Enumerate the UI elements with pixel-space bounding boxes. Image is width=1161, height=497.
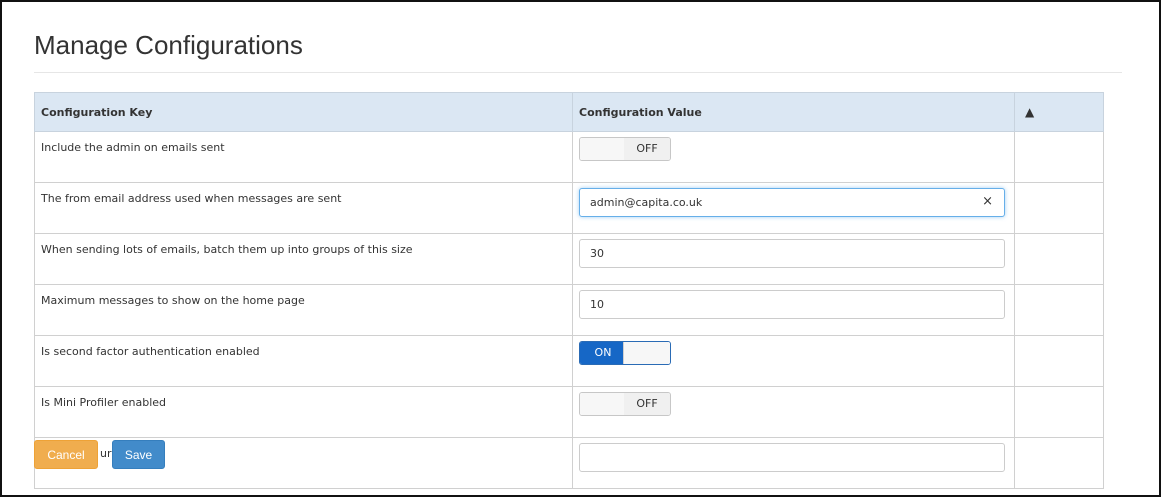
- config-key: When sending lots of emails, batch them …: [34, 233, 573, 285]
- config-key: Is second factor authentication enabled: [34, 335, 573, 387]
- config-value: OFF: [572, 386, 1015, 438]
- header-warning: ▲: [1014, 92, 1104, 132]
- config-value: ON: [572, 335, 1015, 387]
- table-row: Include the admin on emails sent OFF: [34, 131, 1104, 183]
- config-key: The from email address used when message…: [34, 182, 573, 234]
- config-key: Is Mini Profiler enabled: [34, 386, 573, 438]
- from-email-field-wrap: ×: [579, 188, 1005, 217]
- row-warning-cell: [1014, 182, 1104, 234]
- clear-icon[interactable]: ×: [982, 194, 993, 209]
- config-key: Maximum messages to show on the home pag…: [34, 284, 573, 336]
- table-row: Is second factor authentication enabled …: [34, 335, 1104, 387]
- table-header-row: Configuration Key Configuration Value ▲: [34, 92, 1104, 132]
- config-value: [572, 284, 1015, 336]
- toggle-state-label: ON: [580, 342, 626, 364]
- table-row: Maximum messages to show on the home pag…: [34, 284, 1104, 336]
- cancel-button[interactable]: Cancel: [34, 440, 98, 469]
- table-row: Is Mini Profiler enabled OFF: [34, 386, 1104, 438]
- title-divider: [34, 72, 1122, 73]
- toggle-state-label: OFF: [624, 393, 670, 415]
- row-warning-cell: [1014, 335, 1104, 387]
- table-row: The Portal url: [34, 437, 1104, 489]
- header-configuration-key: Configuration Key: [34, 92, 573, 132]
- config-key: Include the admin on emails sent: [34, 131, 573, 183]
- config-value: [572, 437, 1015, 489]
- config-value: OFF: [572, 131, 1015, 183]
- mini-profiler-toggle[interactable]: OFF: [579, 392, 671, 416]
- config-value: [572, 233, 1015, 285]
- row-warning-cell: [1014, 437, 1104, 489]
- table-row: When sending lots of emails, batch them …: [34, 233, 1104, 285]
- toggle-knob: [580, 393, 627, 415]
- page-title: Manage Configurations: [34, 30, 303, 60]
- config-value: ×: [572, 182, 1015, 234]
- toggle-state-label: OFF: [624, 138, 670, 160]
- row-warning-cell: [1014, 284, 1104, 336]
- toggle-knob: [580, 138, 627, 160]
- from-email-input[interactable]: [579, 188, 1005, 217]
- configuration-table: Configuration Key Configuration Value ▲ …: [34, 92, 1104, 489]
- table-row: The from email address used when message…: [34, 182, 1104, 234]
- admin-emails-toggle[interactable]: OFF: [579, 137, 671, 161]
- batch-size-input[interactable]: [579, 239, 1005, 268]
- header-configuration-value: Configuration Value: [572, 92, 1015, 132]
- row-warning-cell: [1014, 386, 1104, 438]
- toggle-knob: [623, 342, 670, 364]
- save-button[interactable]: Save: [112, 440, 165, 469]
- row-warning-cell: [1014, 131, 1104, 183]
- portal-url-input[interactable]: [579, 443, 1005, 472]
- warning-triangle-icon: ▲: [1025, 105, 1035, 119]
- second-factor-toggle[interactable]: ON: [579, 341, 671, 365]
- row-warning-cell: [1014, 233, 1104, 285]
- max-messages-input[interactable]: [579, 290, 1005, 319]
